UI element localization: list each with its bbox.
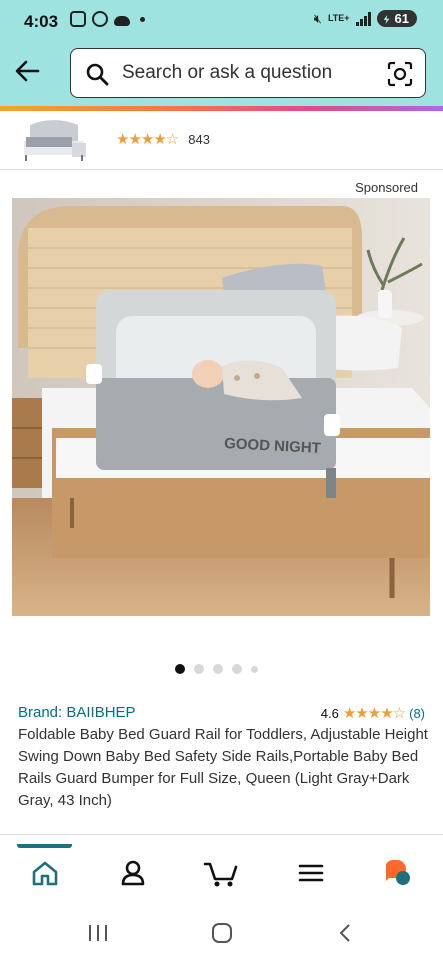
network-type: LTE+ (327, 13, 350, 23)
rating-count[interactable]: (8) (409, 706, 425, 721)
product-title: Foldable Baby Bed Guard Rail for Toddler… (18, 726, 428, 809)
menu-icon[interactable] (296, 858, 326, 888)
camera-icon[interactable] (387, 61, 413, 87)
app-header: Search or ask a question (0, 44, 443, 106)
more-notifications-dot (140, 16, 145, 22)
rating-stars: ★★★★☆ (342, 705, 406, 722)
recent-apps-icon[interactable] (86, 922, 110, 944)
rating-stars: ★★★★☆ (116, 131, 179, 148)
search-icon (86, 63, 109, 86)
brand-link[interactable]: Brand: BAIIBHEP (18, 704, 136, 721)
back-arrow-icon[interactable] (12, 56, 42, 86)
mute-icon: 🔇︎ (313, 10, 322, 26)
sticky-rating: ★★★★☆ 843 (116, 130, 210, 148)
bottom-nav (0, 848, 443, 904)
instagram-icon (92, 11, 108, 27)
home-button-icon[interactable] (210, 922, 234, 944)
carousel-dot-2[interactable] (194, 664, 204, 674)
status-bar: 4:03 🔇︎ LTE+ 61 (0, 0, 443, 44)
sponsored-label: Sponsored (355, 180, 418, 195)
back-button-icon[interactable] (334, 922, 358, 944)
system-nav-bar (0, 904, 443, 960)
account-icon[interactable] (118, 858, 148, 888)
carousel-dot-1[interactable] (175, 664, 185, 674)
divider (0, 834, 443, 835)
carousel-dot-4[interactable] (232, 664, 242, 674)
signal-icon (355, 11, 371, 26)
cloud-icon (114, 15, 130, 26)
product-rating[interactable]: 4.6 ★★★★☆ (8) (321, 704, 425, 722)
carousel-dot-3[interactable] (213, 664, 223, 674)
notification-icons (70, 11, 145, 27)
search-placeholder: Search or ask a question (122, 62, 333, 83)
screen-record-icon (70, 11, 86, 27)
carousel-dot-5[interactable] (251, 665, 258, 673)
rufus-icon[interactable] (383, 858, 413, 888)
sticky-product-summary[interactable]: ★★★★☆ 843 (0, 111, 443, 170)
search-input[interactable]: Search or ask a question (70, 48, 426, 98)
cart-icon[interactable] (203, 858, 239, 888)
review-count: 843 (188, 131, 210, 147)
carousel-indicator[interactable] (175, 664, 258, 674)
system-icons: 🔇︎ LTE+ 61 (314, 10, 417, 27)
rating-value: 4.6 (320, 705, 339, 721)
product-thumbnail (16, 115, 92, 163)
status-time: 4:03 (24, 12, 59, 31)
product-image[interactable]: GOOD NIGHT (12, 198, 430, 616)
battery-indicator: 61 (376, 10, 417, 27)
home-icon[interactable] (30, 858, 60, 888)
